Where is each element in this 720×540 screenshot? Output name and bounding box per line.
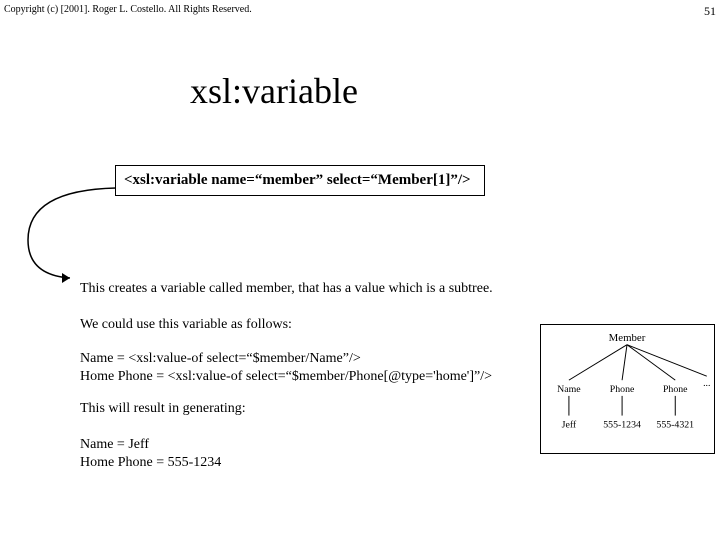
result-intro: This will result in generating: xyxy=(80,400,246,418)
tree-root-label: Member xyxy=(609,332,646,344)
page-number: 51 xyxy=(704,4,716,19)
tree-phone1-label: Phone xyxy=(610,384,635,395)
code-line-1: Name = <xsl:value-of select=“$member/Nam… xyxy=(80,350,361,368)
copyright-text: Copyright (c) [2001]. Roger L. Costello.… xyxy=(4,4,252,15)
tree-ellipsis: ... xyxy=(703,378,710,389)
tree-phone2-label: Phone xyxy=(663,384,688,395)
explain-usage: We could use this variable as follows: xyxy=(80,316,292,334)
tree-diagram: Member Name Phone Phone ... Jeff 555-123… xyxy=(540,324,715,454)
explain-creates: This creates a variable called member, t… xyxy=(80,280,493,298)
result-name: Name = Jeff xyxy=(80,436,149,454)
result-home: Home Phone = 555-1234 xyxy=(80,454,221,472)
code-line-2: Home Phone = <xsl:value-of select=“$memb… xyxy=(80,368,492,386)
code-box: <xsl:variable name=“member” select=“Memb… xyxy=(115,165,485,196)
slide-title: xsl:variable xyxy=(190,70,358,112)
tree-name-label: Name xyxy=(557,384,581,395)
tree-5551234-label: 555-1234 xyxy=(603,419,641,430)
tree-jeff-label: Jeff xyxy=(562,419,577,430)
tree-5554321-label: 555-4321 xyxy=(656,419,694,430)
curved-arrow xyxy=(8,180,128,290)
